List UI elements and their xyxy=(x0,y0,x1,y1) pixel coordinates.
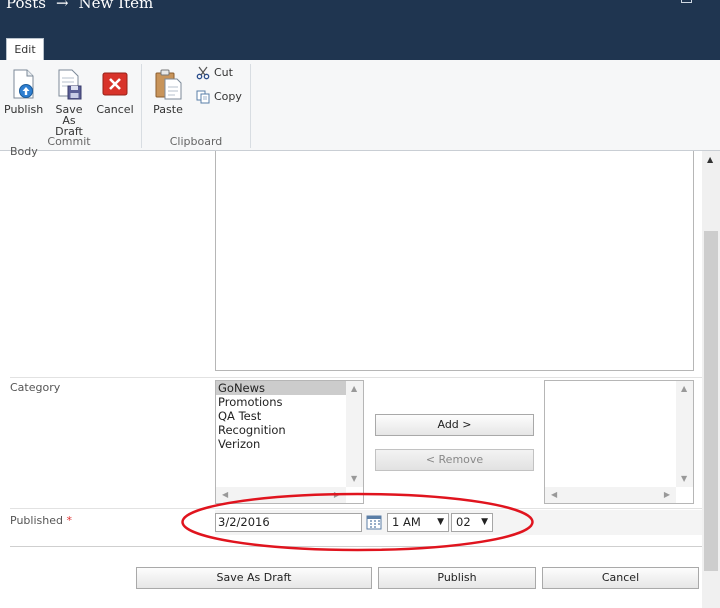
scroll-right-icon[interactable]: ▶ xyxy=(664,491,670,499)
cancel-icon xyxy=(102,72,128,96)
save-draft-label-1: Save As xyxy=(55,103,83,127)
row-divider xyxy=(10,546,702,547)
horizontal-scrollbar[interactable]: ◀ ▶ xyxy=(545,487,676,503)
copy-label: Copy xyxy=(214,90,242,103)
category-available-list[interactable]: GoNews Promotions QA Test Recognition Ve… xyxy=(215,380,364,504)
published-minute-select[interactable]: 02 ▼ xyxy=(451,513,493,532)
hour-value: 1 AM xyxy=(392,515,421,529)
body-label: Body xyxy=(10,145,38,158)
cancel-ribbon-button[interactable]: Cancel xyxy=(96,68,134,115)
publish-ribbon-button[interactable]: Publish xyxy=(4,68,44,116)
paste-label: Paste xyxy=(153,103,183,116)
calendar-icon[interactable] xyxy=(366,514,382,530)
cut-button[interactable]: Cut xyxy=(196,66,233,80)
scroll-left-icon[interactable]: ◀ xyxy=(222,491,228,499)
cancel-button[interactable]: Cancel xyxy=(542,567,699,589)
row-divider xyxy=(10,508,702,509)
scroll-down-icon[interactable]: ▼ xyxy=(681,475,687,483)
scroll-left-icon[interactable]: ◀ xyxy=(551,491,557,499)
category-option[interactable]: QA Test xyxy=(216,409,363,423)
save-as-draft-button[interactable]: Save As Draft xyxy=(136,567,372,589)
copy-button[interactable]: Copy xyxy=(196,90,242,104)
row-divider xyxy=(10,377,702,378)
scroll-up-icon[interactable]: ▲ xyxy=(681,385,687,393)
published-label: Published * xyxy=(10,514,72,527)
chevron-down-icon: ▼ xyxy=(437,517,444,527)
scroll-right-icon[interactable]: ▶ xyxy=(334,491,340,499)
scroll-up-icon[interactable]: ▲ xyxy=(351,385,357,393)
tab-edit[interactable]: Edit xyxy=(6,38,44,60)
publish-button[interactable]: Publish xyxy=(378,567,536,589)
cut-label: Cut xyxy=(214,66,233,79)
title-bar: Posts → New Item Edit xyxy=(0,0,720,60)
publish-ribbon-label: Publish xyxy=(4,103,44,116)
chevron-down-icon: ▼ xyxy=(481,517,488,527)
breadcrumb-separator: → xyxy=(55,0,69,12)
category-option[interactable]: GoNews xyxy=(216,381,363,395)
paste-icon xyxy=(155,69,182,100)
vertical-scrollbar[interactable]: ▲ ▼ xyxy=(676,381,693,487)
horizontal-scrollbar[interactable]: ◀ ▶ xyxy=(216,487,346,503)
paste-button[interactable]: Paste xyxy=(150,68,186,115)
remove-category-button[interactable]: < Remove xyxy=(375,449,534,471)
body-editor[interactable] xyxy=(215,151,694,371)
ribbon: Publish Save As Draft Cancel Commit Past… xyxy=(0,60,720,151)
published-date-input[interactable]: 3/2/2016 xyxy=(215,513,362,532)
ribbon-divider xyxy=(141,64,142,148)
category-option[interactable]: Verizon xyxy=(216,437,363,451)
maximize-icon[interactable] xyxy=(681,0,692,3)
vertical-scrollbar[interactable]: ▲ ▼ xyxy=(346,381,363,487)
category-label: Category xyxy=(10,381,61,394)
scroll-up-icon[interactable]: ▲ xyxy=(707,156,713,164)
clipboard-group-label: Clipboard xyxy=(169,135,223,148)
published-hour-select[interactable]: 1 AM ▼ xyxy=(387,513,449,532)
add-category-button[interactable]: Add > xyxy=(375,414,534,436)
category-selected-list[interactable]: ▲ ▼ ◀ ▶ xyxy=(544,380,694,504)
page-scrollbar[interactable]: ▲ xyxy=(702,151,720,608)
page-title: Posts → New Item xyxy=(6,0,153,12)
breadcrumb-page: New Item xyxy=(78,0,154,12)
required-marker: * xyxy=(66,514,72,527)
new-item-form: Body Category GoNews Promotions QA Test … xyxy=(0,145,702,608)
copy-icon xyxy=(196,90,210,104)
minute-value: 02 xyxy=(456,515,471,529)
cancel-ribbon-label: Cancel xyxy=(96,103,134,116)
category-option[interactable]: Recognition xyxy=(216,423,363,437)
scroll-down-icon[interactable]: ▼ xyxy=(351,475,357,483)
breadcrumb-root[interactable]: Posts xyxy=(6,0,46,12)
publish-icon xyxy=(13,69,34,99)
scrollbar-thumb[interactable] xyxy=(704,231,718,571)
scissors-icon xyxy=(196,66,210,80)
ribbon-divider xyxy=(250,64,251,148)
category-option[interactable]: Promotions xyxy=(216,395,363,409)
published-label-text: Published xyxy=(10,514,63,527)
save-draft-ribbon-button[interactable]: Save As Draft xyxy=(48,68,90,137)
save-draft-icon xyxy=(58,69,82,100)
